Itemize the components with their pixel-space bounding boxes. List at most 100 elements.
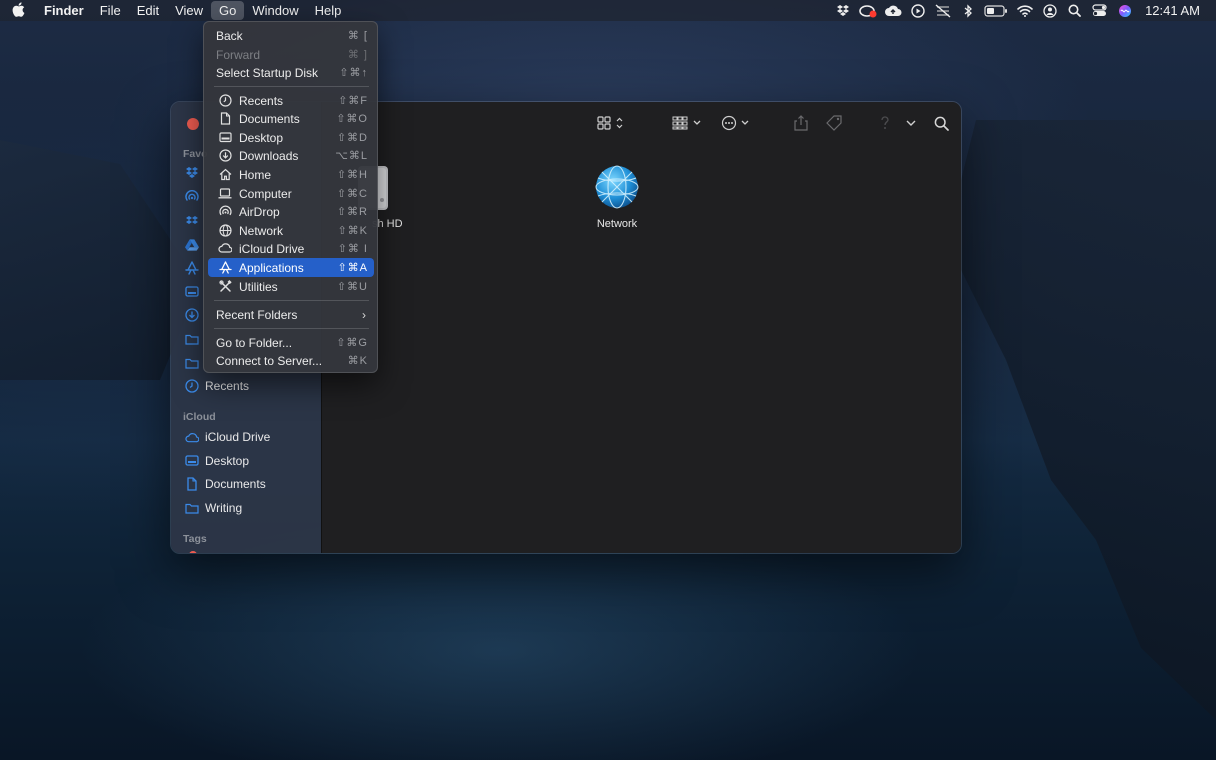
menu-item-label: Recents (239, 93, 284, 108)
desktop-icon (185, 454, 199, 468)
apple-menu-icon[interactable] (0, 1, 36, 20)
menu-item-airdrop[interactable]: AirDrop ⇧⌘R (208, 202, 374, 221)
dropbox-status-icon[interactable] (830, 0, 855, 21)
menu-item-shortcut: ⇧⌘F (338, 95, 368, 107)
menu-item-label: Documents (239, 111, 300, 126)
menu-item-utilities[interactable]: Utilities ⇧⌘U (208, 277, 374, 296)
sidebar-item-recents[interactable]: Recents (185, 376, 249, 396)
airdrop-icon (218, 204, 232, 218)
finder-toolbar (322, 102, 961, 144)
menu-item-label: Recent Folders (216, 307, 298, 322)
help-icon[interactable] (878, 113, 892, 133)
menu-separator (214, 86, 369, 87)
tag-color-dot[interactable] (189, 551, 197, 553)
tools-icon (218, 279, 232, 293)
dropbox-folder-icon[interactable] (185, 214, 199, 228)
menu-help[interactable]: Help (307, 0, 350, 21)
group-by-button[interactable] (670, 113, 704, 133)
chevron-down-icon[interactable] (904, 113, 918, 133)
finder-content-area: sh HD Network (322, 102, 961, 553)
home-icon (218, 167, 232, 181)
menu-item-connect-to-server[interactable]: Connect to Server... ⌘K (208, 351, 374, 370)
menu-go[interactable]: Go (211, 1, 245, 20)
siri-icon[interactable] (1112, 0, 1137, 21)
clock-icon (218, 93, 232, 107)
menu-item-label: Forward (216, 47, 261, 62)
dropbox-icon[interactable] (185, 166, 199, 180)
sidebar-item-icloud-drive[interactable]: iCloud Drive (185, 427, 270, 447)
user-account-icon[interactable] (1037, 0, 1062, 21)
status-area: 12:41 AM (830, 0, 1216, 21)
screen-mirroring-off-icon[interactable] (930, 0, 955, 21)
sidebar-item-desktop[interactable]: Desktop (185, 451, 249, 471)
laptop-icon (218, 186, 232, 200)
menu-item-label: Select Startup Disk (216, 65, 319, 80)
menu-item-shortcut: ⇧⌘ I (337, 243, 368, 255)
control-center-icon[interactable] (1087, 0, 1112, 21)
menu-item-applications[interactable]: Applications ⇧⌘A (208, 258, 374, 277)
google-drive-icon[interactable] (185, 237, 199, 251)
airdrop-icon[interactable] (185, 190, 199, 204)
menu-item-shortcut: ⇧⌘↑ (339, 67, 368, 79)
menu-item-go-to-folder[interactable]: Go to Folder... ⇧⌘G (208, 333, 374, 352)
menu-item-recents[interactable]: Recents ⇧⌘F (208, 91, 374, 110)
menu-item-icloud-drive[interactable]: iCloud Drive ⇧⌘ I (208, 239, 374, 258)
menu-item-home[interactable]: Home ⇧⌘H (208, 165, 374, 184)
spotlight-search-icon[interactable] (1062, 0, 1087, 21)
menu-item-shortcut: ⌥⌘L (335, 150, 368, 162)
creative-cloud-status-icon[interactable] (855, 0, 880, 21)
sidebar-item-documents[interactable]: Documents (185, 474, 266, 494)
sidebar-item-label: Writing (205, 501, 243, 515)
menu-item-label: Network (239, 223, 284, 238)
menu-file[interactable]: File (92, 0, 129, 21)
desktop-icon[interactable] (185, 285, 199, 299)
network-item[interactable]: Network (572, 164, 662, 230)
menu-item-network[interactable]: Network ⇧⌘K (208, 221, 374, 240)
downloads-icon[interactable] (185, 308, 199, 322)
menu-window[interactable]: Window (244, 0, 306, 21)
menu-item-label: Applications (239, 260, 304, 275)
cloud-icon (218, 241, 232, 255)
menu-item-select-startup-disk[interactable]: Select Startup Disk ⇧⌘↑ (208, 63, 374, 82)
menu-bar-clock[interactable]: 12:41 AM (1137, 3, 1216, 18)
menu-item-documents[interactable]: Documents ⇧⌘O (208, 109, 374, 128)
menu-item-shortcut: ⇧⌘R (336, 206, 368, 218)
menu-item-label: Go to Folder... (216, 335, 293, 350)
tag-icon[interactable] (824, 113, 844, 133)
view-mode-grid-button[interactable] (594, 113, 628, 133)
go-menu-dropdown: Back ⌘ [ Forward ⌘ ] Select Startup Disk… (203, 21, 378, 373)
menu-item-recent-folders[interactable]: Recent Folders › (208, 305, 374, 324)
action-menu-button[interactable] (720, 113, 754, 133)
menu-item-desktop[interactable]: Desktop ⇧⌘D (208, 128, 374, 147)
menu-item-shortcut: ⇧⌘C (336, 188, 368, 200)
applications-icon[interactable] (185, 261, 199, 275)
sidebar-item-label: iCloud Drive (205, 430, 271, 444)
chevron-right-icon: › (362, 307, 366, 322)
bluetooth-icon[interactable] (955, 0, 980, 21)
search-icon[interactable] (932, 113, 950, 133)
menu-item-computer[interactable]: Computer ⇧⌘C (208, 184, 374, 203)
cloud-upload-icon[interactable] (880, 0, 905, 21)
sidebar-item-writing[interactable]: Writing (185, 498, 242, 518)
menu-item-label: AirDrop (239, 204, 280, 219)
document-icon (218, 111, 232, 125)
menu-item-forward[interactable]: Forward ⌘ ] (208, 45, 374, 64)
share-button[interactable] (792, 113, 810, 133)
sidebar-section-tags: Tags (183, 533, 207, 545)
folder-icon[interactable] (185, 332, 199, 346)
play-circle-icon[interactable] (905, 0, 930, 21)
folder-icon[interactable] (185, 356, 199, 370)
menu-view[interactable]: View (167, 0, 211, 21)
menu-item-downloads[interactable]: Downloads ⌥⌘L (208, 146, 374, 165)
menu-item-label: Desktop (239, 130, 284, 145)
close-window-button[interactable] (187, 118, 199, 130)
wifi-icon[interactable] (1012, 0, 1037, 21)
menu-edit[interactable]: Edit (129, 0, 167, 21)
menu-item-shortcut: ⇧⌘K (337, 225, 368, 237)
menu-item-shortcut: ⌘ [ (347, 30, 368, 42)
menu-item-label: Downloads (239, 148, 299, 163)
menu-item-back[interactable]: Back ⌘ [ (208, 26, 374, 45)
menu-item-label: iCloud Drive (239, 241, 305, 256)
menu-finder[interactable]: Finder (36, 0, 92, 21)
battery-icon[interactable] (980, 0, 1012, 21)
